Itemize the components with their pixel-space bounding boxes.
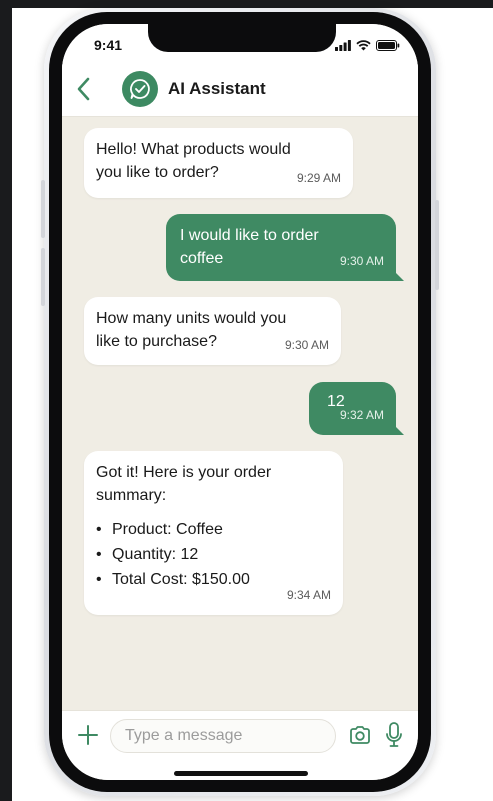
side-button-left: [41, 180, 45, 238]
bubble-tail: [390, 267, 404, 281]
message-bubble-outgoing: 12 9:32 AM: [309, 382, 404, 435]
message-bubble-incoming: How many units would you like to purchas…: [84, 297, 341, 365]
side-button-left-lower: [41, 248, 45, 306]
chat-check-icon: [130, 79, 150, 99]
status-time: 9:41: [94, 37, 123, 53]
message-time: 9:29 AM: [296, 171, 341, 185]
attach-button[interactable]: [76, 723, 100, 747]
message-line: I would like to order: [180, 227, 319, 244]
message-time: 9:34 AM: [286, 588, 331, 602]
phone-screen: 9:41 AI Assistant Hello! What products w…: [62, 24, 418, 780]
message-time: 9:32 AM: [339, 408, 384, 422]
message-composer: [62, 710, 418, 780]
camera-button[interactable]: [348, 723, 372, 747]
order-summary-item: Product: Coffee: [96, 517, 331, 542]
message-input[interactable]: [110, 719, 336, 753]
microphone-button[interactable]: [384, 721, 404, 749]
message-bubble-incoming: Hello! What products would you like to o…: [84, 128, 353, 198]
status-icons: [335, 38, 400, 56]
signal-icon: [335, 38, 351, 56]
side-button-right: [435, 200, 439, 290]
background-left-strip: [0, 0, 12, 801]
wifi-icon: [356, 38, 371, 56]
microphone-icon: [386, 722, 402, 747]
message-bubble-incoming: Got it! Here is your order summary: Prod…: [84, 451, 343, 615]
plus-icon: [78, 725, 98, 745]
home-indicator: [174, 771, 308, 776]
message-line: summary:: [96, 487, 167, 504]
camera-icon: [350, 726, 370, 744]
message-time: 9:30 AM: [339, 254, 384, 268]
message-line: Hello! What products would: [96, 141, 291, 158]
camera-notch: [148, 24, 336, 52]
contact-name: AI Assistant: [168, 79, 266, 98]
battery-icon: [376, 38, 400, 56]
background-top-strip: [0, 0, 493, 8]
assistant-avatar[interactable]: [122, 71, 158, 107]
message-bubble-outgoing: I would like to order coffee 9:30 AM: [166, 214, 404, 281]
back-button[interactable]: [74, 76, 94, 102]
message-time: 9:30 AM: [284, 338, 329, 352]
chevron-left-icon: [77, 77, 90, 101]
bubble-tail: [390, 421, 404, 435]
chat-header: AI Assistant: [62, 64, 418, 117]
message-line: How many units would you: [96, 310, 287, 327]
order-summary-list: Product: Coffee Quantity: 12 Total Cost:…: [96, 517, 331, 592]
message-line: Got it! Here is your order: [96, 464, 272, 481]
order-summary-item: Quantity: 12: [96, 542, 331, 567]
